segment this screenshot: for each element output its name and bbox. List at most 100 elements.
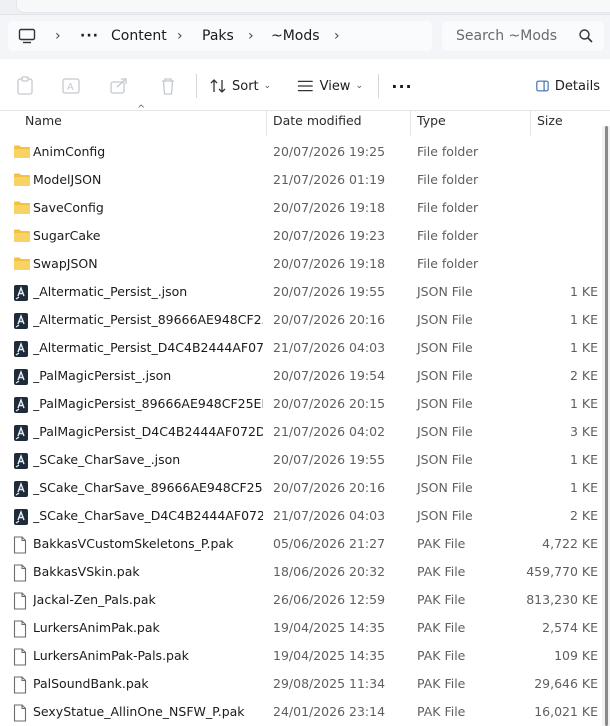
sort-ascending-icon: ^ — [137, 104, 146, 115]
file-date-modified: 20/07/2026 19:55 — [273, 452, 386, 467]
file-row[interactable]: BakkasVSkin.pak 18/06/2026 20:32 PAK File 4… — [0, 558, 602, 586]
scrollbar-thumb[interactable] — [605, 126, 608, 726]
rename-icon[interactable]: A — [60, 74, 82, 98]
file-type: JSON File — [417, 396, 473, 411]
file-row[interactable]: SaveConfig 20/07/2026 19:18 File folder — [0, 194, 602, 222]
file-icon — [13, 676, 31, 694]
json-file-icon — [13, 508, 31, 525]
file-name: _PalMagicPersist_.json — [33, 368, 172, 383]
file-name: ModelJSON — [33, 172, 102, 187]
column-divider[interactable] — [266, 110, 267, 136]
view-button[interactable]: View ⌄ — [297, 74, 363, 98]
file-type: PAK File — [417, 620, 466, 635]
column-header-date[interactable]: Date modified — [273, 110, 362, 134]
folder-icon — [13, 228, 31, 244]
file-row[interactable]: SugarCake 20/07/2026 19:23 File folder — [0, 222, 602, 250]
search-input[interactable]: Search ~Mods — [442, 21, 604, 51]
delete-icon[interactable] — [157, 74, 179, 98]
file-name: _SCake_CharSave_D4C4B2444AF072DB1B... — [33, 508, 263, 523]
file-size: 1 KE — [569, 480, 598, 495]
share-icon[interactable] — [108, 74, 130, 98]
sort-button[interactable]: Sort ⌄ — [210, 74, 272, 98]
file-size: 2 KE — [569, 508, 598, 523]
breadcrumb-item-content[interactable]: Content — [111, 21, 167, 51]
file-size: 459,770 KE — [526, 564, 598, 579]
breadcrumb-item-mods[interactable]: ~Mods — [271, 21, 320, 51]
file-type: PAK File — [417, 564, 466, 579]
json-file-icon — [13, 312, 31, 329]
file-list: AnimConfig 20/07/2026 19:25 File folder Mod… — [0, 138, 602, 726]
file-size: 2 KE — [569, 368, 598, 383]
file-date-modified: 21/07/2026 04:03 — [273, 340, 386, 355]
file-row[interactable]: LurkersAnimPak-Pals.pak 19/04/2025 14:35 P… — [0, 642, 602, 670]
file-date-modified: 19/04/2025 14:35 — [273, 648, 386, 663]
json-file-icon — [13, 424, 31, 441]
breadcrumb[interactable]: › ··· Content › Paks › ~Mods › — [8, 21, 432, 51]
file-row[interactable]: _Altermatic_Persist_.json 20/07/2026 19:5… — [0, 278, 602, 306]
file-size: 2,574 KE — [542, 620, 598, 635]
file-name: BakkasVSkin.pak — [33, 564, 140, 579]
file-row[interactable]: _PalMagicPersist_.json 20/07/2026 19:54 JS… — [0, 362, 602, 390]
file-type: File folder — [417, 172, 479, 187]
column-divider[interactable] — [530, 110, 531, 136]
column-header-type[interactable]: Type — [417, 110, 446, 134]
file-size: 813,230 KE — [526, 592, 598, 607]
file-date-modified: 20/07/2026 19:18 — [273, 256, 386, 271]
file-row[interactable]: _Altermatic_Persist_D4C4B2444AF072DB1...… — [0, 334, 602, 362]
file-row[interactable]: LurkersAnimPak.pak 19/04/2025 14:35 PAK Fi… — [0, 614, 602, 642]
file-row[interactable]: PalSoundBank.pak 29/08/2025 11:34 PAK File… — [0, 670, 602, 698]
file-row[interactable]: _SCake_CharSave_D4C4B2444AF072DB1B... 21/… — [0, 502, 602, 530]
file-row[interactable]: SexyStatue_AllinOne_NSFW_P.pak 24/01/2026… — [0, 698, 602, 726]
breadcrumb-item-paks[interactable]: Paks — [202, 21, 234, 51]
chevron-down-icon: ⌄ — [355, 81, 363, 91]
file-size: 29,646 KE — [534, 676, 598, 691]
file-name: Jackal-Zen_Pals.pak — [33, 592, 156, 607]
file-date-modified: 20/07/2026 20:16 — [273, 312, 386, 327]
file-name: SexyStatue_AllinOne_NSFW_P.pak — [33, 704, 245, 719]
chevron-right-icon[interactable]: › — [334, 21, 340, 51]
chevron-right-icon: › — [177, 28, 183, 44]
file-type: File folder — [417, 144, 479, 159]
column-header-size[interactable]: Size — [537, 110, 563, 134]
file-row[interactable]: _PalMagicPersist_89666AE948CF25EB55F... 2… — [0, 390, 602, 418]
file-row[interactable]: ModelJSON 21/07/2026 01:19 File folder — [0, 166, 602, 194]
file-row[interactable]: _SCake_CharSave_.json 20/07/2026 19:55 JSO… — [0, 446, 602, 474]
this-pc-icon[interactable] — [16, 25, 38, 47]
file-date-modified: 26/06/2026 12:59 — [273, 592, 386, 607]
file-date-modified: 20/07/2026 19:23 — [273, 228, 386, 243]
more-crumbs-button[interactable]: ··· — [80, 21, 99, 51]
details-pane-button[interactable]: Details — [536, 74, 600, 98]
file-type: PAK File — [417, 704, 466, 719]
more-options-button[interactable]: ··· — [391, 74, 412, 98]
chevron-right-icon: › — [55, 28, 61, 44]
chevron-down-icon: ⌄ — [263, 81, 272, 91]
file-name: BakkasVCustomSkeletons_P.pak — [33, 536, 234, 551]
sort-icon — [210, 79, 226, 93]
file-size: 109 KE — [554, 648, 598, 663]
json-file-icon — [13, 452, 31, 469]
file-type: PAK File — [417, 536, 466, 551]
file-date-modified: 21/07/2026 01:19 — [273, 172, 386, 187]
file-date-modified: 20/07/2026 19:18 — [273, 200, 386, 215]
file-row[interactable]: _SCake_CharSave_89666AE948CF25EB55F... 20… — [0, 474, 602, 502]
file-name: _Altermatic_Persist_.json — [33, 284, 188, 299]
vertical-scrollbar[interactable] — [602, 126, 610, 726]
folder-icon — [13, 144, 31, 160]
file-row[interactable]: Jackal-Zen_Pals.pak 26/06/2026 12:59 PAK F… — [0, 586, 602, 614]
file-date-modified: 20/07/2026 19:25 — [273, 144, 386, 159]
column-divider[interactable] — [410, 110, 411, 136]
json-file-icon — [13, 396, 31, 413]
json-file-icon — [13, 480, 31, 497]
paste-icon[interactable] — [14, 74, 36, 98]
column-header-name[interactable]: Name — [25, 110, 62, 134]
file-name: _SCake_CharSave_89666AE948CF25EB55F... — [33, 480, 263, 495]
file-name: _SCake_CharSave_.json — [33, 452, 181, 467]
file-name: SwapJSON — [33, 256, 98, 271]
file-row[interactable]: _PalMagicPersist_D4C4B2444AF072DB1B... 21… — [0, 418, 602, 446]
file-row[interactable]: _Altermatic_Persist_89666AE948CF25EB55..… — [0, 306, 602, 334]
file-row[interactable]: SwapJSON 20/07/2026 19:18 File folder — [0, 250, 602, 278]
details-pane-icon — [536, 80, 549, 92]
file-row[interactable]: BakkasVCustomSkeletons_P.pak 05/06/2026 2… — [0, 530, 602, 558]
file-row[interactable]: AnimConfig 20/07/2026 19:25 File folder — [0, 138, 602, 166]
file-icon — [13, 704, 31, 722]
